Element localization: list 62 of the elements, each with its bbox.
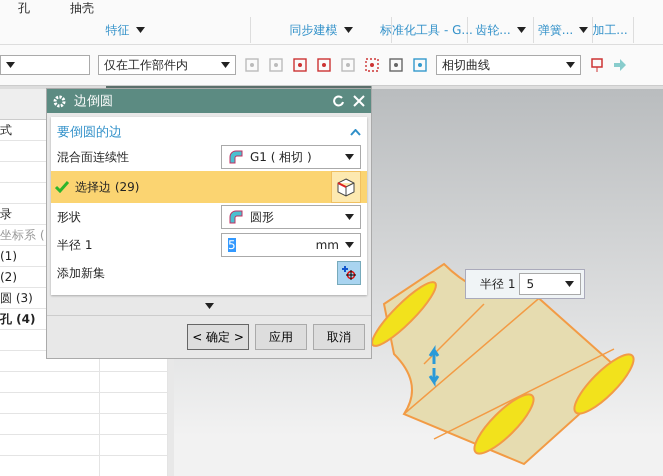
scope-filter-dropdown[interactable]: 仅在工作部件内 <box>98 55 236 75</box>
option-dropdown[interactable]: 圆形 <box>221 205 361 229</box>
dropdown-caret-icon <box>579 27 588 33</box>
option-dropdown[interactable]: G1 ( 相切 ) <box>221 145 361 169</box>
expand-icon <box>204 303 214 309</box>
field-label: 混合面连续性 <box>57 148 129 166</box>
group-label: 弹簧... <box>538 22 574 38</box>
selection-label: 选择边 (29) <box>75 178 140 196</box>
caret-icon <box>345 214 354 220</box>
toolbar-icon[interactable] <box>412 57 428 73</box>
radius-dropdown[interactable]: 5 <box>519 273 582 295</box>
select-edge-row[interactable]: 选择边 (29) <box>51 171 367 203</box>
curve-rule-dropdown[interactable]: 相切曲线 <box>436 55 581 75</box>
tree-node[interactable]: 录 <box>0 206 12 222</box>
group-label: 加工... <box>592 22 628 38</box>
crosshair-icon <box>341 265 357 281</box>
toolbar-icon[interactable] <box>316 57 332 73</box>
ribbon-label[interactable]: 孔 <box>18 0 30 16</box>
group-label: 齿轮... <box>475 22 511 38</box>
toolbar-icon[interactable] <box>292 57 308 73</box>
close-icon[interactable] <box>353 95 365 107</box>
group-label: 标准化工具 - G... <box>380 22 473 38</box>
cube-icon <box>336 177 356 197</box>
blend-icon <box>228 149 244 165</box>
caret-icon <box>345 242 354 248</box>
group-label: 特征 <box>106 22 130 38</box>
blend-icon <box>228 209 244 225</box>
radius-label: 半径 1 <box>480 276 516 292</box>
dropdown-caret-icon <box>516 27 526 33</box>
field-label: 形状 <box>57 208 81 226</box>
tree-node[interactable]: 孔 (4) <box>0 310 36 328</box>
toolbar-icon[interactable] <box>364 57 380 73</box>
add-set-button[interactable] <box>337 261 361 285</box>
dialog-title: 边倒圆 <box>74 93 113 110</box>
tree-node[interactable]: 式 <box>0 122 12 138</box>
dropdown-caret-icon <box>344 27 352 33</box>
tree-node[interactable]: (2) <box>0 270 17 284</box>
group-label: 同步建模 <box>290 22 338 38</box>
caret-icon <box>6 62 15 68</box>
ribbon-label[interactable]: 抽壳 <box>70 0 94 16</box>
caret-icon <box>566 62 575 68</box>
dropdown-caret-icon <box>136 27 144 33</box>
settings-icon <box>53 94 66 108</box>
caret-icon <box>221 62 230 68</box>
tree-node[interactable]: 圆 (3) <box>0 290 33 306</box>
check-icon <box>55 181 69 193</box>
field-label: 添加新集 <box>57 264 105 282</box>
cube-button[interactable] <box>331 171 361 203</box>
reset-icon[interactable] <box>333 95 345 107</box>
dialog-button[interactable]: < 确定 > <box>187 324 249 350</box>
tree-node[interactable]: (1) <box>0 249 17 263</box>
caret-icon <box>345 154 354 160</box>
dialog-button[interactable]: 应用 <box>255 324 307 350</box>
toolbar-icon[interactable] <box>589 57 605 73</box>
collapse-icon[interactable] <box>350 128 361 136</box>
type-filter-dropdown[interactable] <box>0 55 90 75</box>
section-title[interactable]: 要倒圆的边 <box>57 123 122 141</box>
toolbar-icon[interactable] <box>388 57 404 73</box>
caret-icon <box>565 281 574 287</box>
dialog-button[interactable]: 取消 <box>313 324 365 350</box>
field-label: 半径 1 <box>57 236 92 254</box>
radius-field[interactable]: 5 mm <box>221 233 361 257</box>
